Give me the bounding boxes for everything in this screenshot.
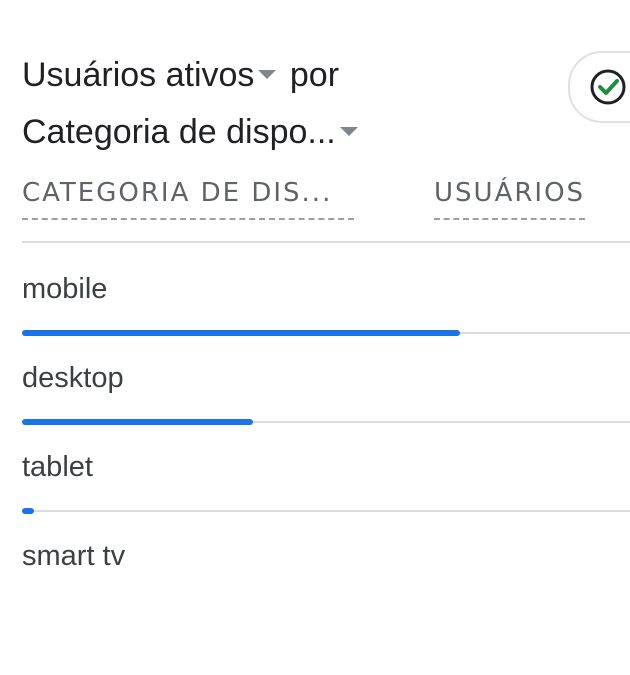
device-row-divider [22, 419, 630, 425]
device-row-label: tablet [22, 451, 93, 483]
metric-selector[interactable]: Usuários ativos [22, 56, 280, 94]
metric-label: Usuários ativos [22, 56, 255, 94]
device-row-divider [22, 330, 630, 336]
column-header-users[interactable]: USUÁRIOS [434, 178, 586, 220]
dimension-dropdown-caret-icon[interactable] [339, 126, 358, 136]
title-connector: por [289, 56, 340, 94]
device-row-label: mobile [22, 273, 108, 305]
dimension-label: Categoria de dispo... [22, 113, 336, 151]
comparison-status-button[interactable] [568, 51, 630, 123]
check-circle-icon [590, 69, 626, 105]
column-header-device-category[interactable]: CATEGORIA DE DIS... [22, 178, 354, 220]
metric-dropdown-caret-icon[interactable] [258, 69, 277, 79]
active-users-card: Usuários ativos por Categoria de dispo..… [0, 0, 630, 675]
device-share-bar [22, 330, 460, 336]
card-title-line-2: Categoria de dispo... [22, 112, 362, 152]
dimension-selector[interactable]: Categoria de dispo... [22, 113, 362, 151]
header-divider [22, 241, 630, 243]
device-row-label: desktop [22, 362, 124, 394]
device-share-bar [22, 508, 35, 514]
device-row-divider [22, 508, 630, 514]
device-row-label: smart tv [22, 540, 126, 572]
device-share-bar [22, 419, 254, 425]
card-title-line-1: Usuários ativos por [22, 55, 339, 95]
